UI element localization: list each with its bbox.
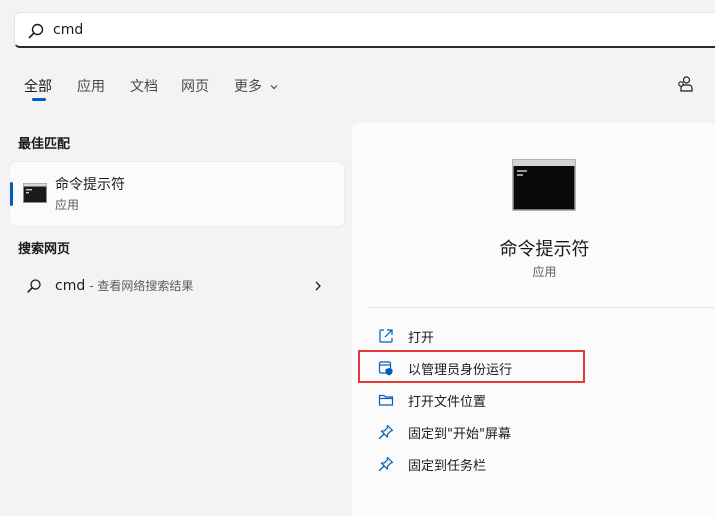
pin-to-start-action[interactable]: 固定到"开始"屏幕: [372, 420, 672, 444]
best-match-heading: 最佳匹配: [18, 137, 71, 152]
divider: [368, 307, 715, 308]
tab-label: 应用: [77, 79, 105, 95]
folder-icon: [378, 394, 394, 406]
tab-label: 网页: [181, 79, 209, 95]
tab-all[interactable]: 全部: [24, 76, 52, 96]
command-prompt-icon: [23, 183, 47, 203]
best-match-result[interactable]: 命令提示符 应用: [10, 162, 344, 226]
action-label: 打开文件位置: [408, 395, 487, 410]
web-search-result[interactable]: cmd - 查看网络搜索结果: [10, 270, 344, 302]
pin-icon: [378, 456, 394, 472]
chevron-down-icon: [271, 85, 278, 90]
search-box[interactable]: [14, 12, 715, 48]
tab-web[interactable]: 网页: [181, 76, 209, 96]
app-type: 应用: [532, 265, 557, 279]
open-action[interactable]: 打开: [372, 324, 672, 348]
result-subtitle: 应用: [55, 198, 80, 212]
search-icon: [27, 279, 41, 293]
app-name: 命令提示符: [499, 239, 590, 260]
tab-more[interactable]: 更多: [234, 76, 279, 96]
run-as-admin-action[interactable]: 以管理员身份运行: [372, 356, 672, 380]
query-description: - 查看网络搜索结果: [89, 279, 194, 293]
action-label: 打开: [408, 331, 435, 346]
tab-apps[interactable]: 应用: [77, 76, 105, 96]
chevron-right-icon: [315, 281, 321, 291]
web-query-text: cmd - 查看网络搜索结果: [55, 277, 193, 294]
open-icon: [379, 329, 393, 343]
action-label: 固定到任务栏: [408, 459, 487, 474]
admin-shield-icon: [378, 361, 393, 376]
result-title: 命令提示符: [55, 177, 125, 193]
pin-icon: [378, 424, 394, 440]
pin-to-taskbar-action[interactable]: 固定到任务栏: [372, 452, 672, 476]
tab-documents[interactable]: 文档: [130, 76, 158, 96]
open-file-location-action[interactable]: 打开文件位置: [372, 388, 672, 412]
preview-panel: 命令提示符 应用 打开 以管理员身份运行 打开文件位置 固定到"开始"屏幕 固定…: [352, 123, 715, 516]
query: cmd: [55, 278, 86, 294]
action-label: 以管理员身份运行: [408, 363, 513, 378]
account-icon[interactable]: [676, 75, 694, 93]
search-input[interactable]: [53, 19, 653, 41]
selection-indicator: [10, 182, 13, 206]
tab-label: 全部: [24, 79, 52, 95]
search-icon: [28, 23, 44, 39]
tab-label: 更多: [234, 79, 262, 95]
web-search-heading: 搜索网页: [18, 242, 71, 257]
active-tab-indicator: [32, 98, 46, 101]
action-label: 固定到"开始"屏幕: [408, 427, 511, 442]
tab-label: 文档: [130, 79, 158, 95]
command-prompt-icon: [512, 159, 576, 211]
